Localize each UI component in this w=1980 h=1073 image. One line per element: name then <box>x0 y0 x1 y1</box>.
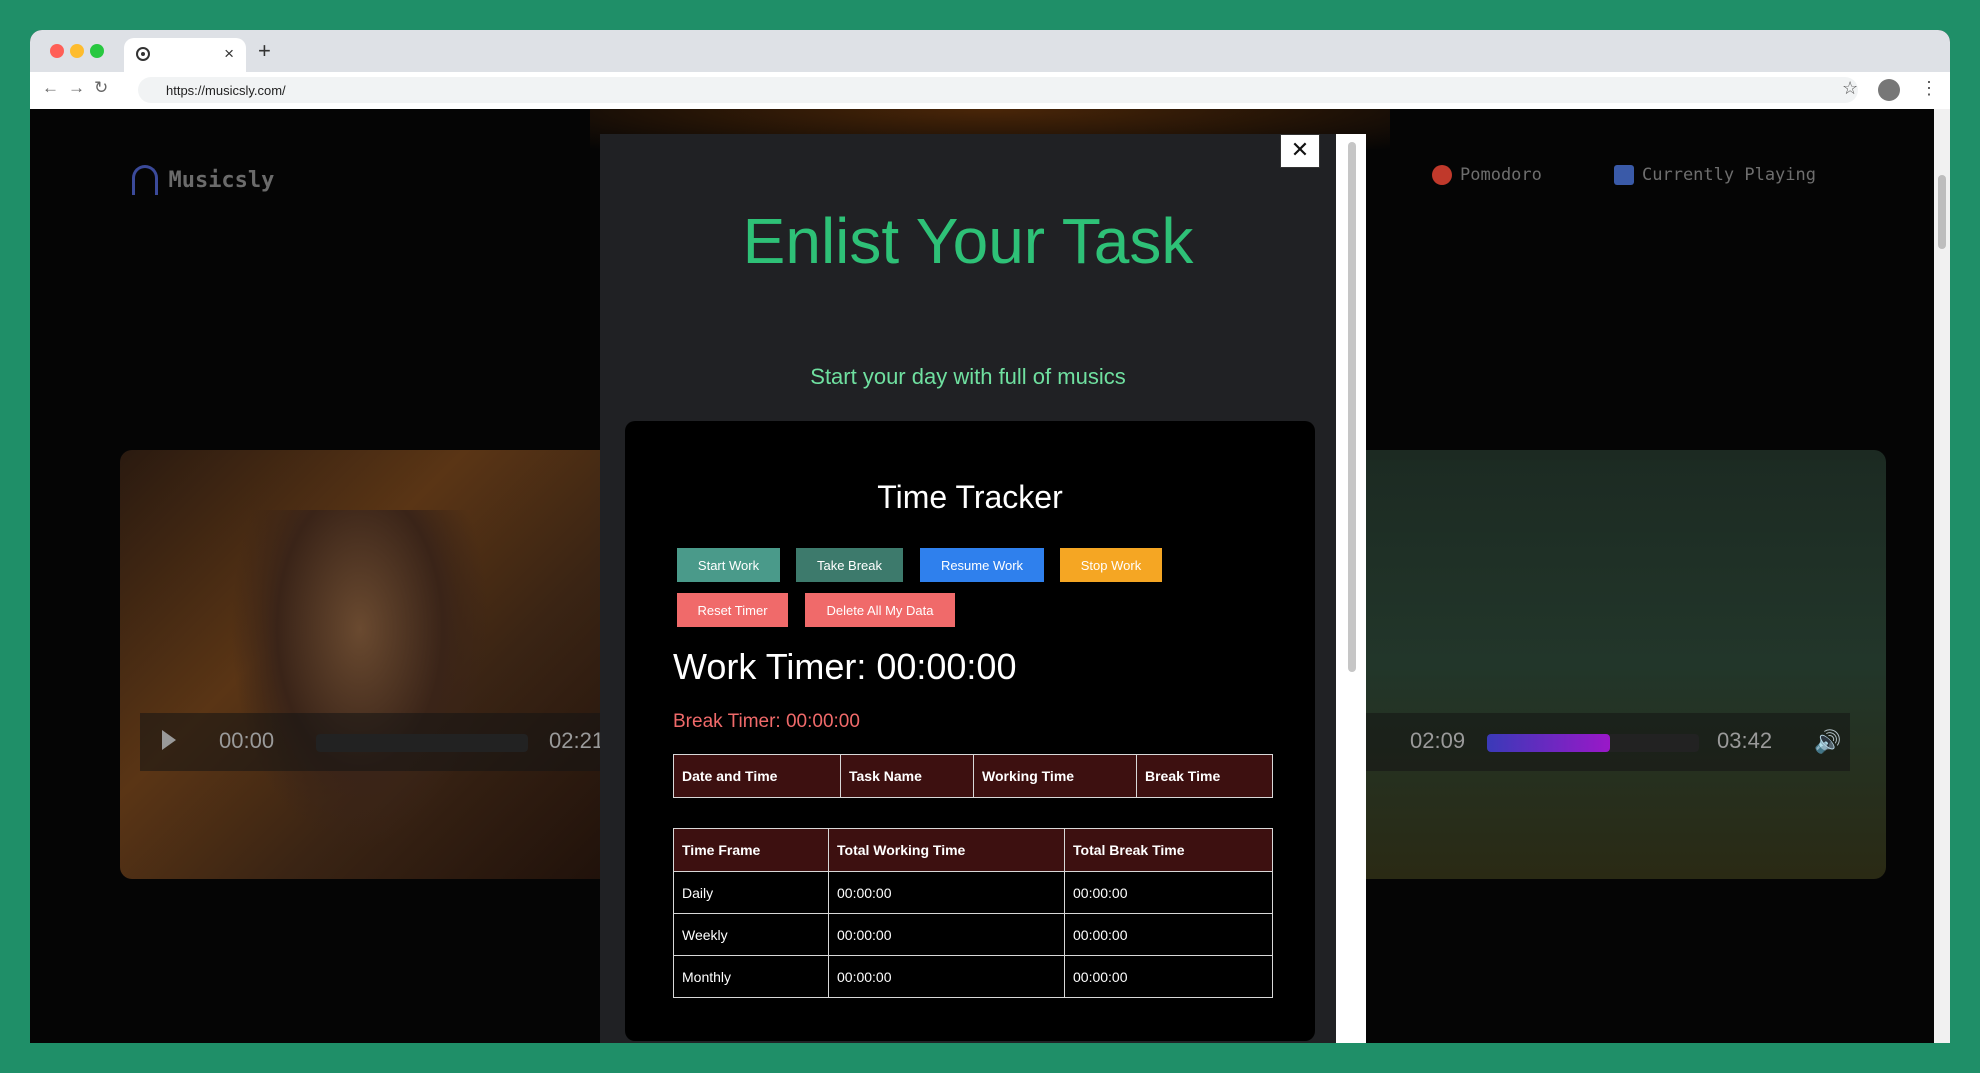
current-time: 00:00 <box>219 728 275 753</box>
table-cell: 00:00:00 <box>828 871 1065 914</box>
play-icon[interactable] <box>162 730 176 750</box>
url-input[interactable]: https://musicsly.com/ <box>138 77 1858 103</box>
delete-all-data-button[interactable]: Delete All My Data <box>805 593 955 627</box>
column-header: Total Break Time <box>1064 828 1273 872</box>
column-header: Date and Time <box>673 754 841 798</box>
browser-tab[interactable]: × <box>124 38 246 72</box>
column-header: Total Working Time <box>828 828 1065 872</box>
url-text: https://musicsly.com/ <box>166 83 286 98</box>
stop-work-button[interactable]: Stop Work <box>1060 548 1162 582</box>
table-cell: Monthly <box>673 955 829 998</box>
address-bar-row: ← → ↻ https://musicsly.com/ ☆ ⋮ <box>30 72 1950 110</box>
summary-table-header-row: Time Frame Total Working Time Total Brea… <box>673 828 1273 872</box>
progress-bar[interactable] <box>316 734 528 752</box>
tasks-table: Date and Time Task Name Working Time Bre… <box>673 754 1273 798</box>
nav-currently-playing-label: Currently Playing <box>1642 165 1816 185</box>
close-window-button[interactable] <box>50 44 64 58</box>
table-cell: 00:00:00 <box>1064 955 1273 998</box>
girl-with-headphones-image <box>230 510 490 850</box>
nav-pomodoro[interactable]: Pomodoro <box>1432 165 1542 185</box>
column-header: Task Name <box>840 754 974 798</box>
browser-menu-icon[interactable]: ⋮ <box>1920 78 1938 99</box>
music-card-forest: 02:09 03:42 🔊 <box>1320 450 1886 879</box>
table-cell: Daily <box>673 871 829 914</box>
music-card-study-girl: 00:00 02:21 <box>120 450 680 879</box>
reset-timer-button[interactable]: Reset Timer <box>677 593 788 627</box>
maximize-window-button[interactable] <box>90 44 104 58</box>
duration-time: 03:42 <box>1717 728 1773 753</box>
column-header: Break Time <box>1136 754 1273 798</box>
browser-window: × + ← → ↻ https://musicsly.com/ ☆ ⋮ Musi… <box>30 30 1950 1043</box>
summary-table: Time Frame Total Working Time Total Brea… <box>673 828 1273 998</box>
audio-player: 00:00 02:21 <box>140 713 680 771</box>
start-work-button[interactable]: Start Work <box>677 548 780 582</box>
music-notes-icon <box>1614 165 1634 185</box>
modal-scrollbar[interactable] <box>1336 134 1366 1043</box>
headphones-icon <box>132 165 158 195</box>
time-tracker-panel: Time Tracker Start Work Take Break Resum… <box>625 421 1315 1041</box>
resume-work-button[interactable]: Resume Work <box>920 548 1044 582</box>
modal-title: Enlist Your Task <box>742 205 1194 277</box>
tab-bar: × + <box>30 30 1950 72</box>
forward-icon[interactable]: → <box>68 78 85 98</box>
back-icon[interactable]: ← <box>42 78 59 98</box>
table-cell: 00:00:00 <box>828 955 1065 998</box>
tab-close-icon[interactable]: × <box>224 44 234 64</box>
time-tracker-title: Time Tracker <box>877 479 1063 515</box>
audio-player: 02:09 03:42 🔊 <box>1320 713 1850 771</box>
table-row: Weekly 00:00:00 00:00:00 <box>673 913 1273 956</box>
table-cell: 00:00:00 <box>1064 913 1273 956</box>
minimize-window-button[interactable] <box>70 44 84 58</box>
table-cell: 00:00:00 <box>828 913 1065 956</box>
table-cell: 00:00:00 <box>1064 871 1273 914</box>
progress-bar[interactable] <box>1487 734 1699 752</box>
task-modal: ✕ Enlist Your Task Start your day with f… <box>600 134 1366 1043</box>
modal-scrollbar-thumb[interactable] <box>1348 142 1356 672</box>
take-break-button[interactable]: Take Break <box>796 548 903 582</box>
bookmark-star-icon[interactable]: ☆ <box>1842 78 1858 99</box>
chrome-icon <box>136 47 150 61</box>
profile-avatar-icon[interactable] <box>1878 79 1900 101</box>
progress-fill <box>1487 734 1610 752</box>
break-timer: Break Timer: 00:00:00 <box>673 711 860 732</box>
column-header: Time Frame <box>673 828 829 872</box>
nav-currently-playing[interactable]: Currently Playing <box>1614 165 1816 185</box>
tasks-table-header-row: Date and Time Task Name Working Time Bre… <box>673 754 1273 798</box>
modal-subtitle: Start your day with full of musics <box>810 364 1126 389</box>
current-time: 02:09 <box>1410 728 1466 753</box>
volume-icon[interactable]: 🔊 <box>1814 729 1841 755</box>
table-row: Monthly 00:00:00 00:00:00 <box>673 955 1273 998</box>
table-cell: Weekly <box>673 913 829 956</box>
column-header: Working Time <box>973 754 1137 798</box>
modal-close-button[interactable]: ✕ <box>1280 134 1320 168</box>
site-logo-text: Musicsly <box>168 167 275 193</box>
tomato-icon <box>1432 165 1452 185</box>
new-tab-icon[interactable]: + <box>258 38 271 64</box>
page-scrollbar[interactable] <box>1934 109 1950 1043</box>
site-logo[interactable]: Musicsly <box>132 165 274 195</box>
reload-icon[interactable]: ↻ <box>94 78 108 98</box>
duration-time: 02:21 <box>549 728 605 753</box>
work-timer: Work Timer: 00:00:00 <box>673 646 1017 687</box>
page-scrollbar-thumb[interactable] <box>1938 175 1946 249</box>
nav-pomodoro-label: Pomodoro <box>1460 165 1542 185</box>
table-row: Daily 00:00:00 00:00:00 <box>673 871 1273 914</box>
